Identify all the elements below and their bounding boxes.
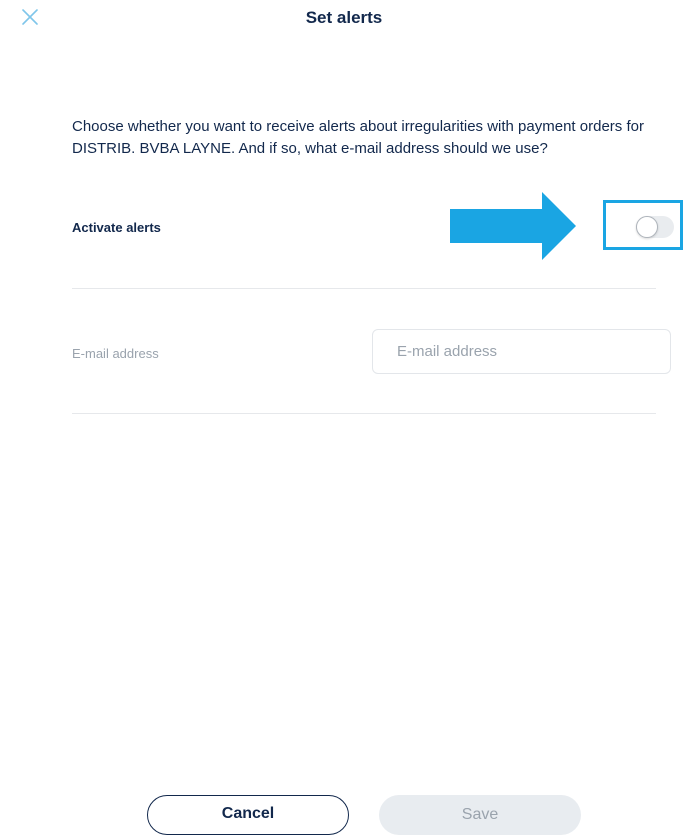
- toggle-knob: [636, 216, 658, 238]
- dialog-title: Set alerts: [305, 8, 383, 27]
- intro-text: Choose whether you want to receive alert…: [72, 118, 644, 157]
- email-label: E-mail address: [72, 346, 159, 361]
- arrow-right-icon: [450, 192, 576, 260]
- activate-alerts-toggle[interactable]: [636, 216, 674, 238]
- email-input[interactable]: [372, 329, 671, 374]
- cancel-button[interactable]: Cancel: [147, 795, 349, 835]
- save-button[interactable]: Save: [379, 795, 581, 835]
- divider: [72, 288, 656, 289]
- divider: [72, 413, 656, 414]
- activate-alerts-label: Activate alerts: [72, 220, 161, 235]
